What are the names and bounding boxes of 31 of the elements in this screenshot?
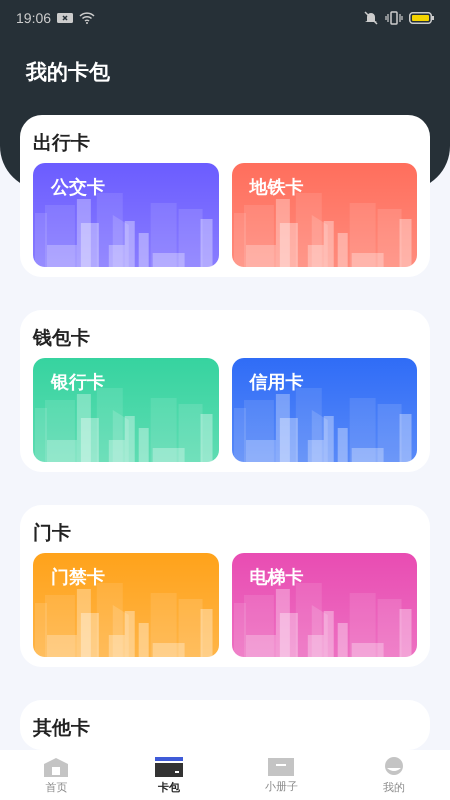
card-tile[interactable]: 地铁卡 (232, 163, 417, 267)
card-label: 银行卡 (51, 371, 105, 394)
section-title: 其他卡 (33, 716, 91, 740)
wifi-icon (79, 12, 96, 24)
card-tile[interactable]: 电梯卡 (232, 553, 417, 657)
mute-icon (363, 11, 379, 25)
nav-tab[interactable]: 我的 (338, 750, 450, 800)
card-tile[interactable]: 门禁卡 (33, 553, 218, 657)
battery-icon (409, 12, 434, 24)
card-tile[interactable]: 公交卡 (33, 163, 218, 267)
message-icon (57, 13, 74, 23)
section-title: 出行卡 (33, 131, 91, 155)
vibrate-icon (385, 11, 403, 25)
avatar-icon (382, 756, 405, 776)
nav-tab[interactable]: 首页 (0, 750, 112, 800)
page-title: 我的卡包 (26, 59, 111, 86)
card-tile[interactable]: 银行卡 (33, 358, 218, 462)
box-icon (268, 758, 294, 776)
card-label: 门禁卡 (51, 566, 105, 589)
card-label: 地铁卡 (250, 176, 304, 199)
card-icon (154, 756, 183, 776)
status-time: 19:06 (16, 10, 52, 26)
nav-tab[interactable]: 卡包 (112, 750, 225, 800)
card-label: 电梯卡 (250, 566, 304, 589)
card-tile[interactable]: 信用卡 (232, 358, 417, 462)
card-label: 信用卡 (250, 371, 304, 394)
card-label: 公交卡 (51, 176, 105, 199)
section-title: 钱包卡 (33, 326, 91, 350)
nav-tab[interactable]: 小册子 (225, 750, 338, 800)
section-title: 门卡 (33, 521, 72, 545)
home-icon (43, 756, 70, 776)
